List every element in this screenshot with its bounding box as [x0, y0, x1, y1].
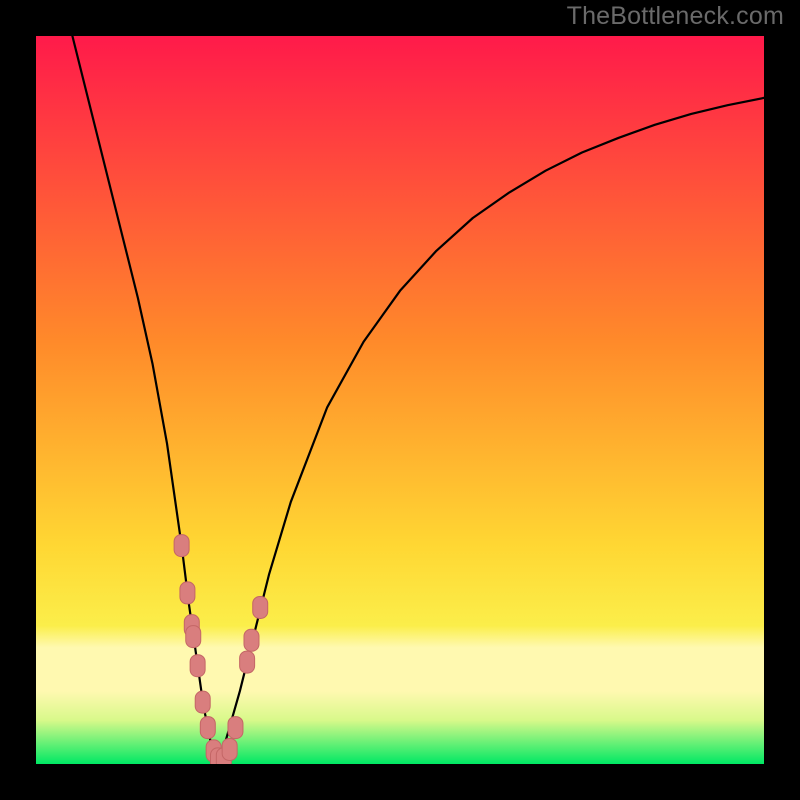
plot-area	[36, 36, 764, 764]
data-marker	[228, 717, 243, 739]
data-marker	[190, 655, 205, 677]
data-marker	[244, 629, 259, 651]
data-marker	[253, 596, 268, 618]
data-marker	[186, 626, 201, 648]
data-marker	[174, 535, 189, 557]
chart-container: TheBottleneck.com	[0, 0, 800, 800]
watermark-text: TheBottleneck.com	[567, 2, 784, 31]
bottleneck-chart	[36, 36, 764, 764]
data-marker	[240, 651, 255, 673]
data-marker	[222, 738, 237, 760]
data-marker	[195, 691, 210, 713]
data-marker	[180, 582, 195, 604]
gradient-background	[36, 36, 764, 764]
data-marker	[200, 717, 215, 739]
